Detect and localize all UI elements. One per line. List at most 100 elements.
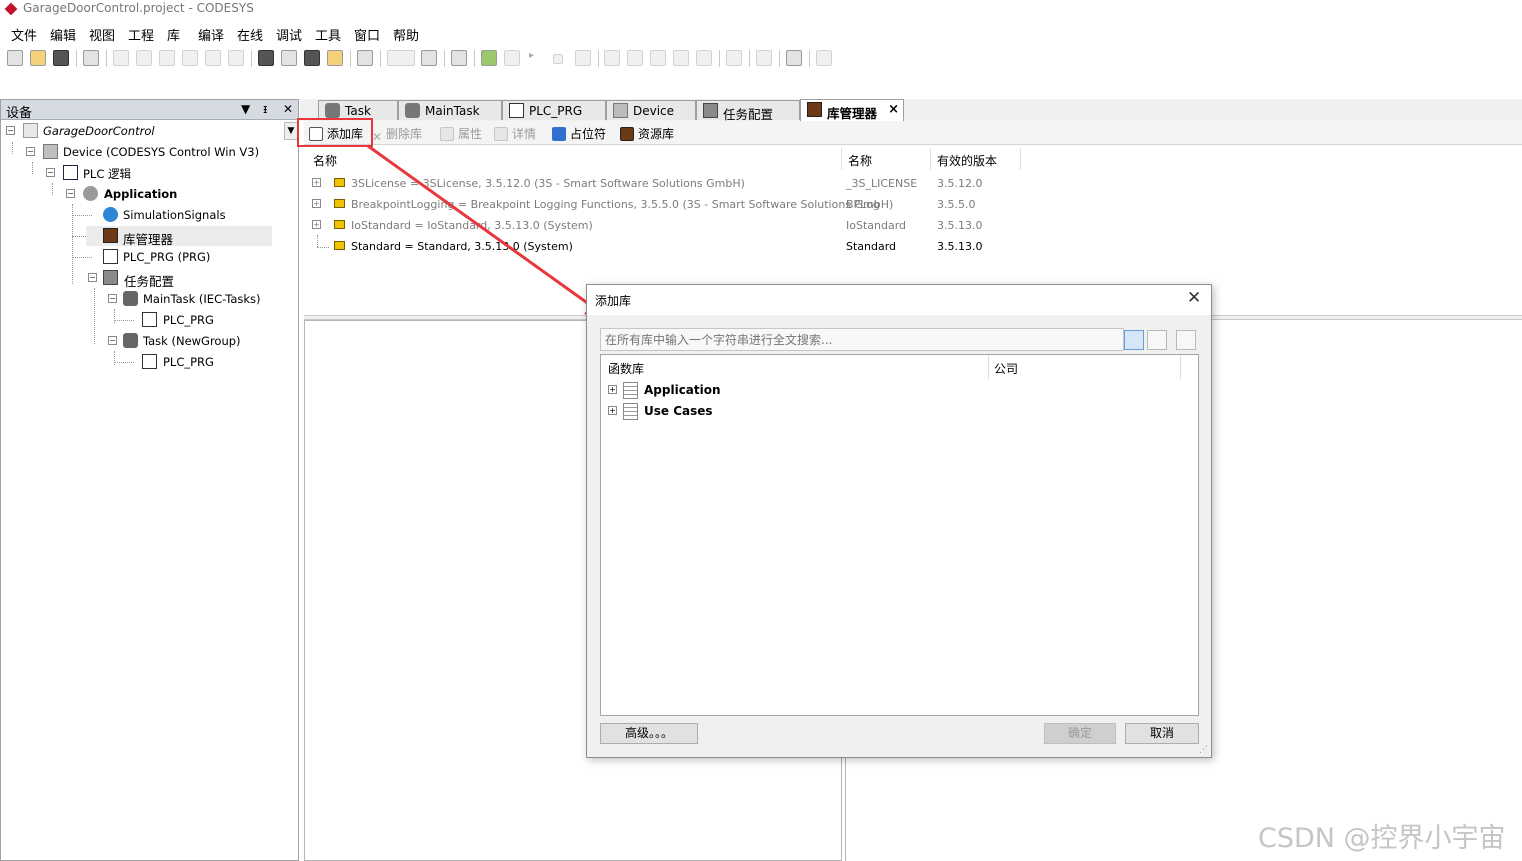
category-view-icon[interactable] xyxy=(1124,330,1144,350)
menu-debug[interactable]: 调试 xyxy=(276,25,302,44)
resize-grip-icon[interactable]: ⋰ xyxy=(1199,745,1208,755)
col-header-name[interactable]: 名称 xyxy=(313,152,337,169)
panel-menu-icon[interactable]: ▼ xyxy=(241,102,250,116)
expand-icon[interactable]: + xyxy=(312,220,321,229)
pin-icon[interactable]: ᵻ xyxy=(263,102,267,116)
menu-edit[interactable]: 编辑 xyxy=(50,25,76,44)
new-file-icon[interactable] xyxy=(7,50,23,66)
copy-icon[interactable] xyxy=(1176,330,1196,350)
undo-icon[interactable] xyxy=(113,50,129,66)
program-call-icon xyxy=(142,354,157,369)
grid-icon[interactable] xyxy=(451,50,467,66)
tree-label-maintask: MainTask (IEC-Tasks) xyxy=(143,292,261,306)
arrow-icon[interactable] xyxy=(726,50,742,66)
tab-label: MainTask xyxy=(425,104,480,118)
copy-icon[interactable] xyxy=(182,50,198,66)
list-view-icon[interactable] xyxy=(1147,330,1167,350)
close-tab-icon[interactable]: × xyxy=(888,102,899,117)
bookmark-icon[interactable] xyxy=(327,50,343,66)
col-header-version[interactable]: 有效的版本 xyxy=(937,152,997,169)
step-out-icon[interactable] xyxy=(650,50,666,66)
col-header-library[interactable]: 函数库 xyxy=(608,360,644,377)
step-into-icon[interactable] xyxy=(604,50,620,66)
filter-icon[interactable] xyxy=(786,50,802,66)
tab-maintask[interactable]: MainTask xyxy=(398,100,502,120)
col-header-company[interactable]: 公司 xyxy=(994,360,1018,377)
cancel-button[interactable]: 取消 xyxy=(1125,723,1199,744)
cut-icon[interactable] xyxy=(159,50,175,66)
collapse-icon[interactable]: − xyxy=(46,168,55,177)
tree-item-library-manager[interactable]: 库管理器 xyxy=(86,226,272,247)
collapse-icon[interactable]: − xyxy=(108,294,117,303)
category-icon xyxy=(623,382,638,399)
expand-icon[interactable]: + xyxy=(312,178,321,187)
menu-project[interactable]: 工程 xyxy=(128,25,154,44)
step-over-icon[interactable] xyxy=(627,50,643,66)
reset-icon[interactable] xyxy=(575,50,591,66)
tree-dropdown-icon[interactable]: ▼ xyxy=(284,122,298,140)
library-item-icon xyxy=(334,220,345,229)
menu-library[interactable]: 库 xyxy=(167,25,180,44)
close-icon[interactable]: ✕ xyxy=(1187,288,1201,308)
list-item-label: Use Cases xyxy=(644,404,713,418)
tab-plc-prg[interactable]: PLC_PRG xyxy=(502,100,606,120)
expand-icon[interactable]: + xyxy=(608,406,617,415)
find-next-icon[interactable] xyxy=(304,50,320,66)
window-icon[interactable] xyxy=(357,50,373,66)
find-replace-icon[interactable] xyxy=(281,50,297,66)
menu-file[interactable]: 文件 xyxy=(11,25,37,44)
collapse-icon[interactable]: − xyxy=(108,336,117,345)
tab-label: Device xyxy=(633,104,675,118)
check-icon[interactable] xyxy=(816,50,832,66)
program-icon xyxy=(509,103,524,118)
collapse-icon[interactable]: − xyxy=(66,189,75,198)
page-icon[interactable] xyxy=(421,50,437,66)
run-icon[interactable]: ▸ xyxy=(529,50,539,66)
menu-help[interactable]: 帮助 xyxy=(393,25,419,44)
menu-tools[interactable]: 工具 xyxy=(315,25,341,44)
globe-icon xyxy=(103,207,118,222)
library-version: 3.5.5.0 xyxy=(937,198,976,211)
menu-window[interactable]: 窗口 xyxy=(354,25,380,44)
ok-button[interactable]: 确定 xyxy=(1044,723,1116,744)
delete-icon[interactable] xyxy=(228,50,244,66)
device-icon xyxy=(613,103,628,118)
gear-step-icon[interactable] xyxy=(696,50,712,66)
dropdown-icon[interactable] xyxy=(387,50,415,66)
col-header-namespace[interactable]: 名称 xyxy=(848,152,872,169)
tab-task-config[interactable]: 任务配置 xyxy=(696,100,800,122)
breakpoint-icon[interactable] xyxy=(673,50,689,66)
print-icon[interactable] xyxy=(83,50,99,66)
menu-view[interactable]: 视图 xyxy=(89,25,115,44)
build-icon[interactable] xyxy=(481,50,497,66)
stop-icon[interactable] xyxy=(553,54,563,64)
advanced-button[interactable]: 高级。。。 xyxy=(600,723,698,744)
collapse-icon[interactable]: − xyxy=(88,273,97,282)
expand-icon[interactable]: + xyxy=(312,199,321,208)
tree-label-device: Device (CODESYS Control Win V3) xyxy=(63,145,260,159)
save-icon[interactable] xyxy=(53,50,69,66)
close-icon[interactable]: ✕ xyxy=(283,102,293,116)
tab-task[interactable]: Task xyxy=(318,100,398,120)
collapse-icon[interactable]: − xyxy=(26,147,35,156)
open-icon[interactable] xyxy=(30,50,46,66)
tab-device[interactable]: Device xyxy=(606,100,696,120)
repository-button[interactable]: 资源库 xyxy=(620,125,674,142)
library-namespace: IoStandard xyxy=(846,219,907,232)
paste-icon[interactable] xyxy=(205,50,221,66)
library-namespace: _3S_LICENSE xyxy=(846,177,918,190)
title-bar: GarageDoorControl.project - CODESYS xyxy=(0,0,1522,20)
menu-build[interactable]: 编译 xyxy=(198,25,224,44)
tab-library-manager[interactable]: 库管理器 × xyxy=(800,99,904,121)
display-icon[interactable] xyxy=(756,50,772,66)
build-all-icon[interactable] xyxy=(504,50,520,66)
project-icon xyxy=(23,123,38,138)
library-item-icon xyxy=(334,199,345,208)
menu-online[interactable]: 在线 xyxy=(237,25,263,44)
library-search-input[interactable] xyxy=(600,328,1124,351)
redo-icon[interactable] xyxy=(136,50,152,66)
expand-icon[interactable]: + xyxy=(608,385,617,394)
plc-logic-icon xyxy=(63,165,78,180)
collapse-icon[interactable]: − xyxy=(6,126,15,135)
find-icon[interactable] xyxy=(258,50,274,66)
